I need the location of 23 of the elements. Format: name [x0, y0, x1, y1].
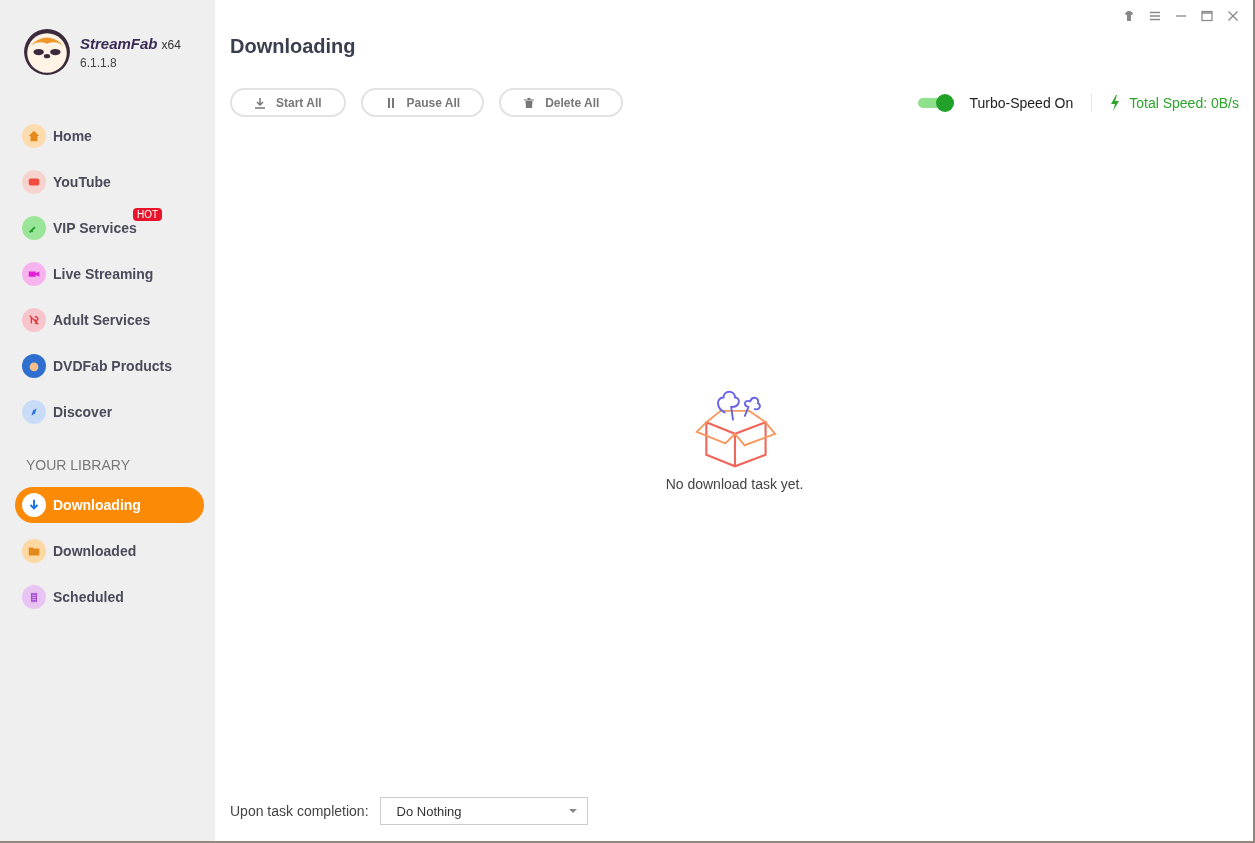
sidebar-item[interactable]: YouTube — [15, 164, 204, 200]
hot-badge: HOT — [133, 208, 163, 221]
sidebar-item[interactable]: DVDFab Products — [15, 348, 204, 384]
pause-all-button[interactable]: Pause All — [360, 88, 485, 117]
total-speed: Total Speed: 0B/s — [1129, 94, 1239, 111]
delete-all-button[interactable]: Delete All — [499, 88, 624, 117]
sidebar-item[interactable]: Live Streaming — [15, 256, 204, 292]
sidebar-item[interactable]: Discover — [15, 394, 204, 430]
turbo-label: Turbo-Speed On — [969, 94, 1074, 111]
sidebar-item[interactable]: Adult Services — [15, 302, 204, 338]
app-name: StreamFab — [80, 34, 158, 52]
sidebar-item[interactable]: Home — [15, 118, 204, 154]
sidebar-item[interactable]: VIP Services HOT — [15, 210, 204, 246]
sidebar-item[interactable]: Scheduled — [15, 579, 204, 615]
app-version: 6.1.1.8 — [80, 55, 118, 70]
page-title: Downloading — [230, 35, 357, 58]
completion-dropdown[interactable]: Do Nothing — [379, 797, 588, 825]
empty-message: No download task yet. — [665, 476, 804, 492]
start-all-button[interactable]: Start All — [230, 88, 346, 117]
section-heading: YOUR LIBRARY — [25, 456, 131, 473]
app-arch: x64 — [161, 37, 181, 52]
sidebar-item[interactable]: Downloaded — [15, 533, 204, 569]
completion-label: Upon task completion: — [230, 803, 369, 819]
